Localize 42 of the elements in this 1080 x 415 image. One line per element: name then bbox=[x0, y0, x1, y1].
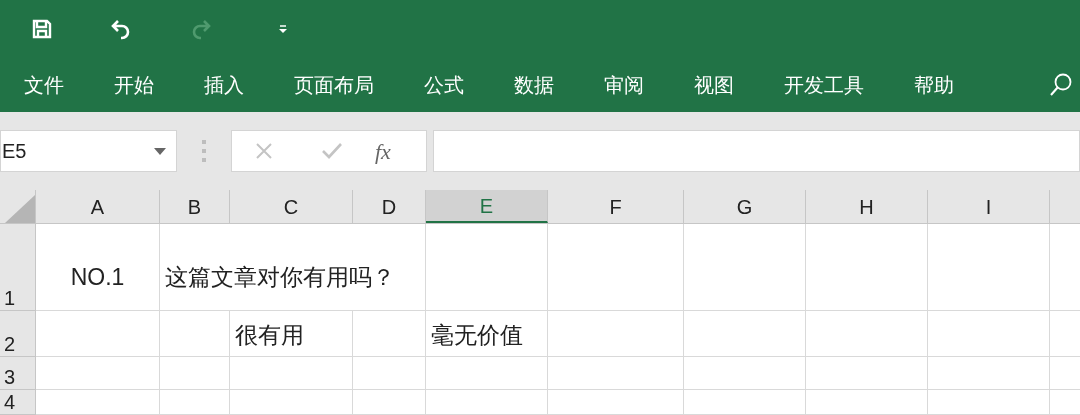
formula-input[interactable] bbox=[433, 130, 1080, 172]
ribbon-tab[interactable]: 数据 bbox=[502, 65, 566, 105]
ribbon-tab[interactable]: 开发工具 bbox=[772, 65, 876, 105]
ribbon-tab[interactable]: 公式 bbox=[412, 65, 476, 105]
insert-function-button[interactable]: fx bbox=[375, 134, 391, 168]
column-header[interactable]: E bbox=[426, 190, 548, 223]
column-header[interactable]: B bbox=[160, 190, 230, 223]
search-icon[interactable] bbox=[1048, 72, 1074, 98]
row-header[interactable]: 2 bbox=[0, 311, 36, 357]
drag-handle-icon[interactable] bbox=[201, 139, 207, 163]
table-cell: 这篇文章对你有用吗？ bbox=[160, 224, 426, 311]
dropdown-caret-icon[interactable] bbox=[154, 147, 166, 155]
table-cell: 毫无价值 bbox=[426, 311, 548, 357]
column-header[interactable]: F bbox=[548, 190, 684, 223]
column-header[interactable]: I bbox=[928, 190, 1050, 223]
table-cell: 很有用 bbox=[230, 311, 353, 357]
ribbon-tab[interactable]: 审阅 bbox=[592, 65, 656, 105]
row-header[interactable]: 3 bbox=[0, 357, 36, 390]
column-header[interactable]: C bbox=[230, 190, 353, 223]
ribbon-tab[interactable]: 开始 bbox=[102, 65, 166, 105]
empty-cell bbox=[160, 357, 230, 390]
ribbon-tab[interactable]: 文件 bbox=[12, 65, 76, 105]
select-all-corner-icon[interactable] bbox=[5, 195, 35, 223]
ribbon-tab[interactable]: 插入 bbox=[192, 65, 256, 105]
ribbon-tab[interactable]: 页面布局 bbox=[282, 65, 386, 105]
cancel-icon[interactable] bbox=[255, 142, 273, 160]
ribbon-tab[interactable]: 视图 bbox=[682, 65, 746, 105]
row-header[interactable]: 4 bbox=[0, 390, 36, 415]
save-icon[interactable] bbox=[32, 19, 52, 39]
column-header[interactable]: A bbox=[36, 190, 160, 223]
undo-icon[interactable] bbox=[110, 18, 132, 40]
column-header[interactable]: G bbox=[684, 190, 806, 223]
column-header[interactable]: H bbox=[806, 190, 928, 223]
name-box[interactable]: E5 bbox=[0, 130, 177, 172]
empty-cell bbox=[160, 311, 230, 357]
name-box-value: E5 bbox=[2, 139, 28, 164]
empty-cell bbox=[160, 390, 230, 415]
checkmark-icon[interactable] bbox=[321, 142, 343, 160]
customize-dropdown-icon[interactable] bbox=[278, 24, 288, 34]
table-cell: NO.1 bbox=[36, 224, 160, 311]
row-header[interactable]: 1 bbox=[0, 224, 36, 311]
ribbon-tab[interactable]: 帮助 bbox=[902, 65, 966, 105]
